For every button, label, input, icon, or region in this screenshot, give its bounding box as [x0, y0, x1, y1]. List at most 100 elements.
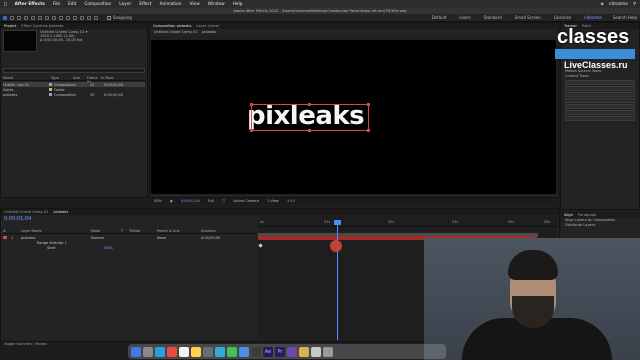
- track-button[interactable]: [565, 80, 635, 85]
- type-tool-icon[interactable]: [59, 15, 63, 20]
- mail-icon[interactable]: [239, 346, 249, 357]
- col-t[interactable]: T: [121, 229, 129, 233]
- col-parent[interactable]: Parent & Link: [157, 229, 201, 233]
- menu-user[interactable]: nitrozme: [609, 2, 628, 7]
- resolution-select[interactable]: Full: [208, 199, 214, 203]
- bbox-handle[interactable]: [250, 129, 253, 132]
- calendar-icon[interactable]: [179, 346, 189, 357]
- col-layer-name[interactable]: Layer Name: [21, 229, 91, 233]
- property-name[interactable]: Range Selector 1: [3, 241, 67, 245]
- col-size[interactable]: Size: [73, 76, 87, 80]
- region-icon[interactable]: □: [222, 199, 225, 203]
- menu-animation[interactable]: Animation: [160, 2, 182, 7]
- after-effects-icon[interactable]: Ae: [263, 346, 273, 357]
- layer-parent[interactable]: None: [157, 236, 201, 240]
- chrome-icon[interactable]: [167, 346, 177, 357]
- align-to-select[interactable]: Composition: [593, 218, 615, 222]
- bbox-handle[interactable]: [367, 103, 370, 106]
- trash-icon[interactable]: [323, 346, 333, 357]
- menu-window[interactable]: Window: [208, 2, 225, 7]
- track-button[interactable]: [565, 92, 635, 97]
- safari-icon[interactable]: [155, 346, 165, 357]
- col-number[interactable]: #: [3, 229, 21, 233]
- wifi-icon[interactable]: ◈: [601, 2, 604, 7]
- track-button[interactable]: [565, 116, 635, 121]
- col-inpoint[interactable]: In Point: [101, 76, 121, 80]
- app-icon[interactable]: [311, 346, 321, 357]
- label-swatch[interactable]: [49, 93, 52, 96]
- col-framerate[interactable]: Frame Ra...: [87, 76, 101, 84]
- table-row[interactable]: 1 pixleaks Normal None 0;00;03;00: [3, 235, 257, 240]
- col-duration[interactable]: Duration: [201, 229, 241, 233]
- tab-pixleaks[interactable]: pixleaks: [53, 210, 68, 214]
- brush-tool-icon[interactable]: [66, 15, 70, 20]
- layer-bounding-box[interactable]: [251, 104, 369, 131]
- nav-pixleaks[interactable]: pixleaks: [202, 30, 216, 34]
- label-swatch[interactable]: [49, 88, 52, 91]
- workspace-small-screen[interactable]: Small Screen: [515, 15, 541, 20]
- app-icon[interactable]: [251, 346, 261, 357]
- zoom-select[interactable]: 50%: [154, 199, 162, 203]
- tab-untitled-comp[interactable]: Untitled Linked Comp 01: [4, 210, 48, 214]
- tab-project[interactable]: Project: [4, 24, 16, 28]
- notes-icon[interactable]: [191, 346, 201, 357]
- menu-effect[interactable]: Effect: [139, 2, 151, 7]
- layer-name[interactable]: pixleaks: [21, 236, 91, 240]
- hand-tool-icon[interactable]: [10, 15, 14, 20]
- snapping-toggle[interactable]: Snapping: [107, 15, 132, 20]
- finder-icon[interactable]: [131, 346, 141, 357]
- clone-tool-icon[interactable]: [73, 15, 77, 20]
- camera-snapshot-icon[interactable]: ◉: [170, 199, 173, 203]
- roto-tool-icon[interactable]: [87, 15, 91, 20]
- workspace-nitrozme[interactable]: nitrozme: [584, 15, 602, 20]
- shape-tool-icon[interactable]: [45, 15, 49, 20]
- layer-label-swatch[interactable]: [3, 236, 7, 239]
- launchpad-icon[interactable]: [143, 346, 153, 357]
- view-layout-select[interactable]: 1 View: [267, 199, 279, 203]
- playhead-handle[interactable]: [334, 220, 341, 225]
- label-swatch[interactable]: [49, 83, 52, 86]
- menu-file[interactable]: File: [53, 2, 60, 7]
- viewer-time[interactable]: 0;00;01;04: [181, 199, 200, 203]
- workspace-libraries[interactable]: Libraries: [554, 15, 571, 20]
- pen-tool-icon[interactable]: [52, 15, 56, 20]
- menu-layer[interactable]: Layer: [119, 2, 131, 7]
- layer-mode[interactable]: Normal: [91, 236, 157, 240]
- eraser-tool-icon[interactable]: [80, 15, 84, 20]
- property-name[interactable]: Start: [3, 246, 103, 250]
- app-icon[interactable]: [287, 346, 297, 357]
- camera-tool-icon[interactable]: [31, 15, 35, 20]
- whatsapp-icon[interactable]: [227, 346, 237, 357]
- tab-effect-controls[interactable]: Effect Controls pixleaks: [21, 24, 63, 28]
- selection-tool-icon[interactable]: [3, 15, 7, 20]
- track-button[interactable]: [565, 98, 635, 103]
- tab-composition[interactable]: Composition pixleaks: [153, 24, 191, 28]
- workspace-standard[interactable]: Standard: [484, 15, 502, 20]
- time-ruler[interactable]: 0s 01s 02s 03s 04s 05s: [258, 219, 558, 227]
- track-button[interactable]: [565, 104, 635, 109]
- tab-paragraph[interactable]: Paragraph: [578, 213, 596, 217]
- nav-untitled-comp[interactable]: Untitled Linked Comp 01: [154, 30, 197, 34]
- workspace-default[interactable]: Default: [432, 15, 447, 20]
- premiere-icon[interactable]: Pr: [275, 346, 285, 357]
- bbox-handle[interactable]: [367, 129, 370, 132]
- puppet-tool-icon[interactable]: [94, 15, 98, 20]
- menu-app-name[interactable]: After Effects: [15, 2, 45, 7]
- telegram-icon[interactable]: [215, 346, 225, 357]
- table-row[interactable]: Start 100%: [3, 245, 257, 250]
- menu-view[interactable]: View: [190, 2, 200, 7]
- bbox-handle[interactable]: [308, 129, 311, 132]
- col-name[interactable]: Name: [3, 76, 47, 80]
- workspace-learn[interactable]: Learn: [459, 15, 470, 20]
- snapping-checkbox[interactable]: [107, 15, 111, 20]
- bbox-handle[interactable]: [250, 103, 253, 106]
- property-value[interactable]: 100%: [103, 246, 113, 250]
- pan-behind-tool-icon[interactable]: [38, 15, 42, 20]
- list-item[interactable]: Untitle...mp 01 Composition 25 0;00;00;0…: [3, 82, 145, 87]
- col-trkmat[interactable]: TrkMat: [129, 229, 157, 233]
- camera-select[interactable]: Active Camera: [233, 199, 259, 203]
- rotate-tool-icon[interactable]: [24, 15, 28, 20]
- project-search-input[interactable]: [3, 68, 145, 73]
- col-type[interactable]: Type: [51, 76, 73, 80]
- menu-help[interactable]: Help: [233, 2, 243, 7]
